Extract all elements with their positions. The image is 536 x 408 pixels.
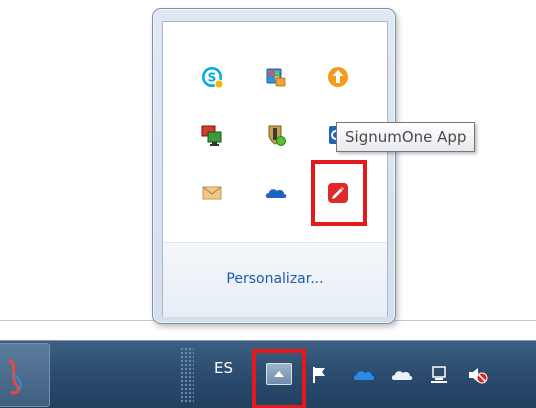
onedrive-icon[interactable] [261,178,291,208]
windows-update-icon[interactable] [261,62,291,92]
skype-icon[interactable]: S [197,62,227,92]
taskbar-app-button[interactable] [0,343,50,407]
network-icon[interactable] [426,361,454,389]
taskbar-grip[interactable] [180,347,194,403]
show-hidden-highlight-box [252,349,306,408]
signumone-highlight-box [311,160,367,226]
volume-muted-icon[interactable] [464,361,492,389]
mail-icon[interactable] [197,178,227,208]
screen: S Personalizar... SignumOne App ES [0,0,536,408]
flyout-panel: S Personalizar... [162,21,388,317]
tooltip: SignumOne App [336,122,476,152]
flyout-footer: Personalizar... [163,242,387,317]
language-indicator[interactable]: ES [214,359,233,377]
taskbar: ES [0,340,536,408]
customize-link[interactable]: Personalizar... [163,271,387,287]
app-logo-icon [8,358,22,395]
onedrive-white-cloud-icon[interactable] [388,361,416,389]
onedrive-blue-cloud-icon[interactable] [350,361,378,389]
action-center-flag-icon[interactable] [306,361,334,389]
notification-overflow-flyout: S Personalizar... [152,8,396,324]
upload-arrow-icon[interactable] [323,62,353,92]
network-monitor-icon[interactable] [197,120,227,150]
security-shield-icon[interactable] [261,120,291,150]
